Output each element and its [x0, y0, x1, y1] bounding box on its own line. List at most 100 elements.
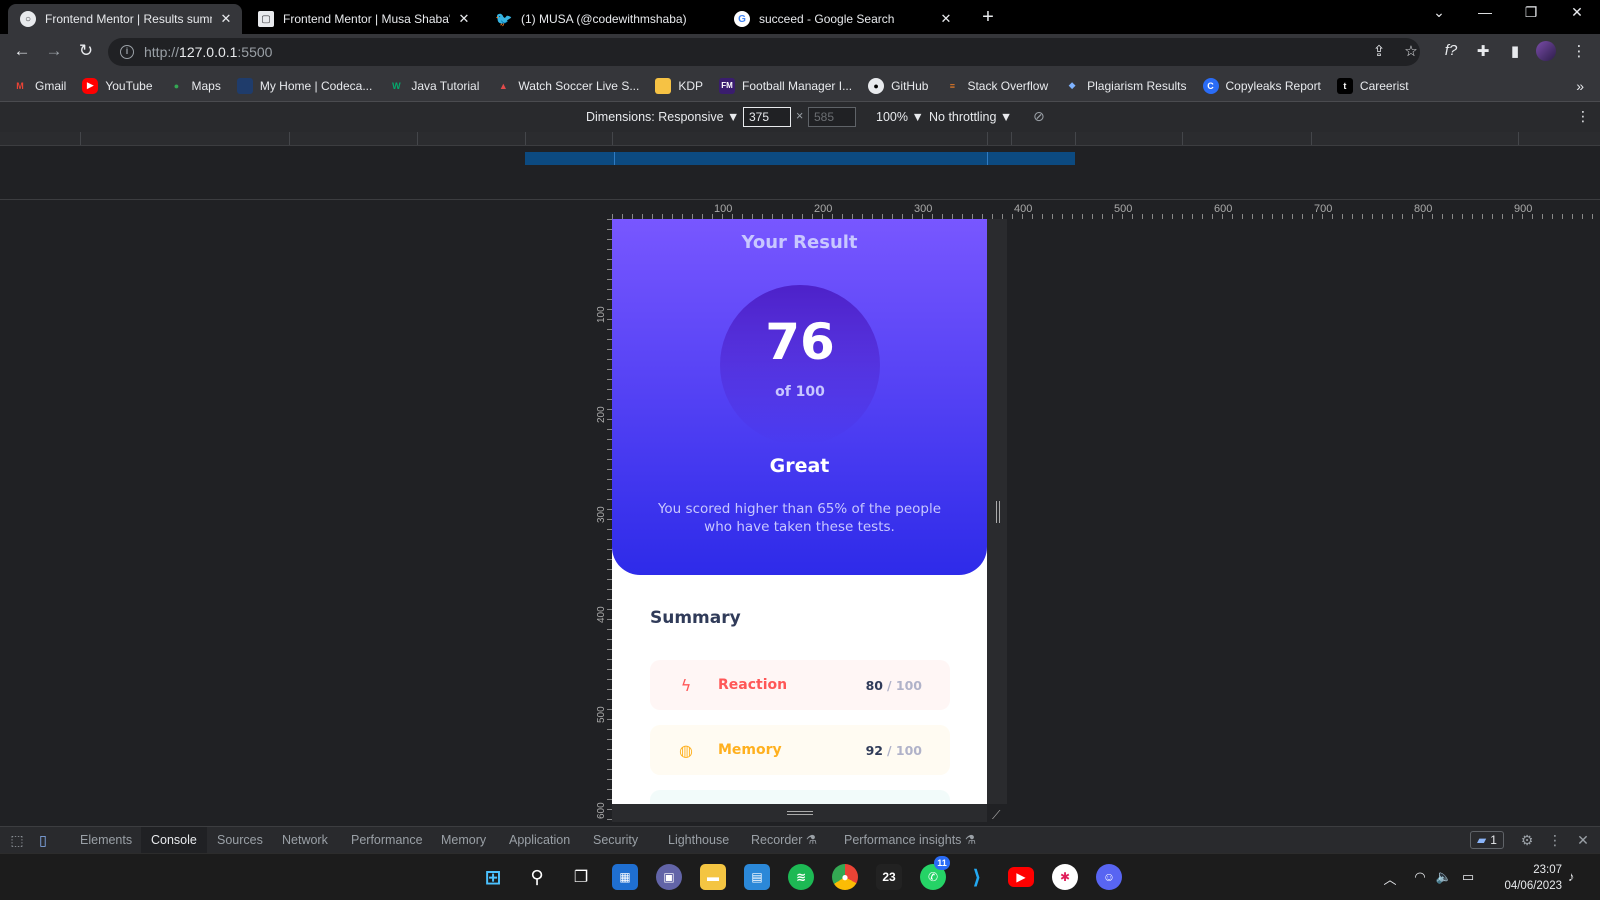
devtools-tab-network[interactable]: Network: [272, 827, 338, 853]
viewport-resize-handle-right[interactable]: [987, 219, 1007, 804]
side-panel-icon[interactable]: ▮: [1504, 42, 1526, 60]
reload-icon[interactable]: ↻: [74, 41, 98, 61]
bookmark-codecademy[interactable]: My Home | Codeca...: [236, 77, 372, 94]
devtools-tab-lighthouse[interactable]: Lighthouse: [658, 827, 739, 853]
devtools-tab-application[interactable]: Application: [499, 827, 580, 853]
close-tab-icon[interactable]: ✕: [218, 11, 234, 27]
careerist-icon: t: [1336, 77, 1353, 94]
notification-bell-icon[interactable]: ♪: [1568, 869, 1575, 884]
forward-arrow-icon[interactable]: →: [42, 41, 66, 61]
chrome-icon[interactable]: ●: [832, 864, 858, 890]
vertical-ruler: 100 200 300 400 500 600: [596, 219, 612, 823]
bookmark-copyleaks[interactable]: C Copyleaks Report: [1202, 77, 1321, 94]
restore-icon[interactable]: ❐: [1516, 4, 1546, 21]
bookmark-label: Plagiarism Results: [1087, 78, 1187, 93]
ruler-label: 200: [596, 406, 607, 423]
bookmark-maps[interactable]: ● Maps: [169, 78, 221, 94]
bookmark-label: Football Manager I...: [742, 78, 853, 93]
youtube-app-icon[interactable]: ▶: [1008, 867, 1034, 887]
width-input[interactable]: 375: [743, 107, 791, 127]
inspect-element-icon[interactable]: ⬚: [8, 832, 26, 849]
zoom-dropdown[interactable]: 100% ▼: [876, 110, 924, 124]
bookmark-gmail[interactable]: M Gmail: [12, 78, 66, 94]
devtools-tab-performance[interactable]: Performance: [341, 827, 433, 853]
device-more-icon[interactable]: ⋮: [1576, 108, 1590, 125]
minimize-icon[interactable]: —: [1470, 4, 1500, 20]
slack-icon[interactable]: ✱: [1052, 864, 1078, 890]
function-extension-icon[interactable]: f?: [1440, 42, 1462, 59]
score-out-of: of 100: [775, 384, 825, 400]
tab-musa-shaba[interactable]: ▢ Frontend Mentor | Musa Shaba's ✕: [246, 4, 480, 34]
task-view-icon[interactable]: ❐: [568, 864, 594, 890]
tab-results-summary[interactable]: ○ Frontend Mentor | Results summ ✕: [8, 4, 242, 34]
tab-google-search[interactable]: G succeed - Google Search ✕: [722, 4, 962, 34]
microsoft-store-icon[interactable]: ▤: [744, 864, 770, 890]
twitter-bird-icon: 🐦: [495, 10, 513, 27]
tab-strip: ○ Frontend Mentor | Results summ ✕ ▢ Fro…: [0, 0, 1600, 34]
rotate-icon[interactable]: ⊘: [1033, 108, 1045, 125]
bookmark-stack-overflow[interactable]: ≡ Stack Overflow: [944, 78, 1048, 94]
devtools-tab-sources[interactable]: Sources: [207, 827, 273, 853]
media-query-range-bar[interactable]: [525, 152, 1075, 165]
tab-twitter[interactable]: 🐦 (1) MUSA (@codewithmshaba) / ✕: [484, 4, 718, 34]
settings-gear-icon[interactable]: ⚙: [1518, 832, 1536, 849]
summary-score: 80: [865, 677, 883, 693]
issues-badge[interactable]: ▰ 1: [1470, 831, 1504, 849]
extensions-puzzle-icon[interactable]: ✚: [1472, 42, 1494, 60]
devtools-tab-elements[interactable]: Elements: [70, 827, 142, 853]
bookmark-soccer[interactable]: ▲ Watch Soccer Live S...: [495, 78, 639, 94]
bookmark-java-tutorial[interactable]: W Java Tutorial: [388, 78, 479, 94]
bookmark-plagiarism[interactable]: ◆ Plagiarism Results: [1064, 78, 1187, 94]
windows-start-icon[interactable]: ⊞: [480, 864, 506, 890]
search-icon[interactable]: ⚲: [524, 864, 550, 890]
devtools-tab-memory[interactable]: Memory: [431, 827, 496, 853]
close-tab-icon[interactable]: ✕: [456, 11, 472, 27]
vscode-icon[interactable]: ⟩: [964, 864, 990, 890]
close-tab-icon[interactable]: ✕: [938, 11, 954, 27]
codecademy-icon: [236, 77, 253, 94]
bookmark-youtube[interactable]: ▶ YouTube: [82, 77, 153, 94]
spotify-icon[interactable]: ≋: [788, 864, 814, 890]
back-arrow-icon[interactable]: ←: [10, 41, 34, 61]
tab-search-chevron-icon[interactable]: ⌄: [1424, 4, 1454, 21]
profile-avatar[interactable]: [1536, 41, 1556, 61]
bookmark-star-icon[interactable]: ☆: [1400, 42, 1422, 60]
device-toggle-icon[interactable]: ▯: [34, 832, 52, 849]
bookmark-kdp[interactable]: KDP: [655, 77, 703, 94]
devtools-tab-performance-insights[interactable]: Performance insights ⚗: [834, 827, 986, 853]
bookmark-careerist[interactable]: t Careerist: [1336, 77, 1409, 94]
new-tab-button[interactable]: +: [976, 6, 1000, 29]
info-icon[interactable]: i: [120, 45, 134, 59]
discord-icon[interactable]: ☺: [1096, 864, 1122, 890]
devtools-tab-console[interactable]: Console: [141, 827, 207, 853]
close-window-icon[interactable]: ✕: [1562, 4, 1592, 21]
height-input[interactable]: 585: [808, 107, 856, 127]
show-hidden-icons-chevron[interactable]: ︿: [1380, 869, 1400, 888]
score-circle: 76 of 100: [720, 285, 880, 445]
devtools-more-icon[interactable]: ⋮: [1546, 832, 1564, 849]
ruler-label: 900: [1514, 203, 1533, 215]
devtools-tab-recorder[interactable]: Recorder ⚗: [741, 827, 827, 853]
devtools-tab-security[interactable]: Security: [583, 827, 648, 853]
bookmark-github[interactable]: ● GitHub: [868, 77, 928, 94]
dimensions-dropdown[interactable]: Dimensions: Responsive ▼: [586, 110, 739, 124]
taskbar-clock[interactable]: 23:07 04/06/2023: [1492, 862, 1562, 894]
viewport-resize-handle-bottom[interactable]: [612, 804, 987, 822]
battery-icon[interactable]: ▭: [1458, 869, 1478, 885]
teams-chat-icon[interactable]: ▣: [656, 864, 682, 890]
share-icon[interactable]: ⇪: [1368, 42, 1390, 60]
more-menu-icon[interactable]: ⋮: [1568, 42, 1590, 60]
throttling-dropdown[interactable]: No throttling ▼: [929, 110, 1012, 124]
widgets-icon[interactable]: ▦: [612, 864, 638, 890]
close-devtools-icon[interactable]: ✕: [1574, 832, 1592, 849]
calendar-app-icon[interactable]: 23: [876, 864, 902, 890]
more-bookmarks-icon[interactable]: »: [1576, 78, 1584, 94]
bookmark-football-manager[interactable]: FM Football Manager I...: [719, 77, 853, 94]
url-port: :5500: [237, 44, 273, 60]
wifi-icon[interactable]: ◠: [1410, 869, 1430, 885]
media-query-bar[interactable]: [0, 132, 1600, 146]
volume-icon[interactable]: 🔈: [1434, 869, 1454, 885]
file-explorer-icon[interactable]: ▬: [700, 864, 726, 890]
address-bar[interactable]: i http://127.0.0.1:5500: [108, 38, 1420, 66]
resize-corner-icon[interactable]: ⟋: [992, 808, 1000, 823]
